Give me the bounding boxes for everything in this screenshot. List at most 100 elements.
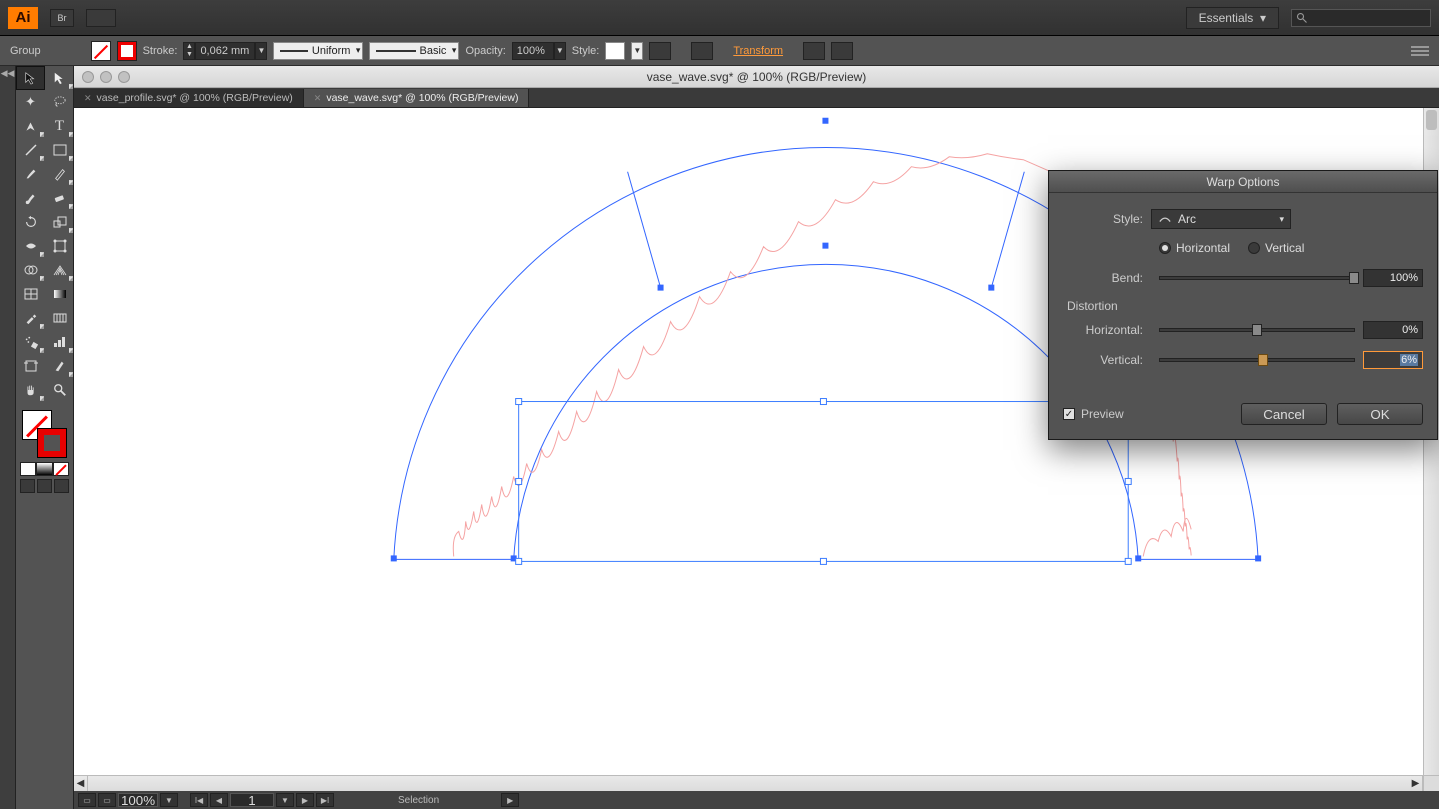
gradient-mode[interactable]: [36, 462, 52, 476]
warp-options-dialog: Warp Options Style: Arc Horizontal Verti…: [1048, 170, 1438, 440]
symbol-sprayer-tool[interactable]: [16, 330, 45, 354]
bend-slider[interactable]: [1159, 276, 1355, 280]
stroke-weight-input[interactable]: [195, 42, 255, 60]
zoom-input[interactable]: [118, 793, 158, 807]
graph-tool[interactable]: [45, 330, 74, 354]
artboard-prev[interactable]: ◀: [210, 793, 228, 807]
ok-button[interactable]: OK: [1337, 403, 1423, 425]
app-logo-icon: Ai: [8, 7, 38, 29]
status-bar: ▭ ▭ ▼ I◀ ◀ ▼ ▶ ▶I Selection ▶: [74, 791, 1439, 809]
warp-style-dropdown[interactable]: Arc: [1151, 209, 1291, 229]
draw-inside[interactable]: [54, 479, 69, 493]
type-tool[interactable]: T: [45, 114, 74, 138]
hdist-slider[interactable]: [1159, 328, 1355, 332]
stroke-indicator[interactable]: [37, 428, 67, 458]
horizontal-scrollbar[interactable]: ◀ ▶: [74, 775, 1423, 791]
zoom-menu[interactable]: ▼: [160, 793, 178, 807]
close-icon[interactable]: ✕: [314, 93, 322, 104]
transform-link[interactable]: Transform: [733, 45, 783, 57]
panel-collapse-strip[interactable]: ◀◀: [0, 66, 16, 809]
tab-label: vase_profile.svg* @ 100% (RGB/Preview): [97, 92, 293, 104]
color-mode[interactable]: [20, 462, 36, 476]
preview-checkbox[interactable]: Preview: [1063, 407, 1124, 421]
pencil-tool[interactable]: [45, 162, 74, 186]
artboard-tool[interactable]: [16, 354, 45, 378]
artboard-next[interactable]: ▶: [296, 793, 314, 807]
edit-mask-button[interactable]: [831, 42, 853, 60]
app-menubar: Ai Br Essentials ▾: [0, 0, 1439, 36]
rectangle-tool[interactable]: [45, 138, 74, 162]
search-input[interactable]: [1291, 9, 1431, 27]
eraser-tool[interactable]: [45, 186, 74, 210]
recolor-button[interactable]: [649, 42, 671, 60]
tab-vase-profile[interactable]: ✕ vase_profile.svg* @ 100% (RGB/Preview): [74, 89, 304, 107]
selection-tool[interactable]: [16, 66, 45, 90]
tab-vase-wave[interactable]: ✕vase_wave.svg* @ 100% (RGB/Preview): [304, 89, 530, 107]
hand-tool[interactable]: [16, 378, 45, 402]
vdist-slider[interactable]: [1159, 358, 1355, 362]
width-tool[interactable]: [16, 234, 45, 258]
mesh-tool[interactable]: [16, 282, 45, 306]
none-mode[interactable]: [53, 462, 69, 476]
opacity-label: Opacity:: [465, 45, 505, 57]
artboard-last[interactable]: ▶I: [316, 793, 334, 807]
window-title: vase_wave.svg* @ 100% (RGB/Preview): [647, 70, 867, 84]
perspective-grid-tool[interactable]: [45, 258, 74, 282]
control-menu-icon[interactable]: [1411, 42, 1429, 60]
fill-swatch[interactable]: [91, 41, 111, 61]
orientation-vertical[interactable]: Vertical: [1248, 241, 1304, 255]
free-transform-tool[interactable]: [45, 234, 74, 258]
graphic-style-swatch[interactable]: [605, 42, 625, 60]
align-button[interactable]: [691, 42, 713, 60]
draw-normal[interactable]: [20, 479, 35, 493]
fill-stroke-control[interactable]: [22, 410, 67, 458]
blob-brush-tool[interactable]: [16, 186, 45, 210]
rotate-tool[interactable]: [16, 210, 45, 234]
pen-tool[interactable]: [16, 114, 45, 138]
workspace-switcher[interactable]: Essentials ▾: [1186, 7, 1279, 29]
brush-dropdown[interactable]: Basic: [369, 42, 459, 60]
document-tabs: ✕vase_profile.svg* @ 100% (RGB/Preview) …: [74, 88, 1439, 108]
scale-tool[interactable]: [45, 210, 74, 234]
status-menu[interactable]: ▶: [501, 793, 519, 807]
zoom-tool[interactable]: [45, 378, 74, 402]
shape-builder-tool[interactable]: [16, 258, 45, 282]
bend-label: Bend:: [1063, 271, 1151, 285]
isolate-button[interactable]: [803, 42, 825, 60]
magic-wand-tool[interactable]: ✦: [16, 90, 45, 114]
line-tool[interactable]: [16, 138, 45, 162]
distortion-section-label: Distortion: [1067, 299, 1423, 313]
brush-label: Basic: [420, 45, 447, 57]
hdist-value[interactable]: 0%: [1363, 321, 1423, 339]
traffic-lights[interactable]: [82, 71, 130, 83]
paintbrush-tool[interactable]: [16, 162, 45, 186]
gradient-tool[interactable]: [45, 282, 74, 306]
bridge-button[interactable]: Br: [50, 9, 74, 27]
slice-tool[interactable]: [45, 354, 74, 378]
artboard-first[interactable]: I◀: [190, 793, 208, 807]
gpu-button[interactable]: ▭: [98, 793, 116, 807]
arc-icon: [1158, 213, 1172, 225]
vdist-value[interactable]: 6%: [1363, 351, 1423, 369]
view-button[interactable]: ▭: [78, 793, 96, 807]
bend-value[interactable]: 100%: [1363, 269, 1423, 287]
radio-off-icon: [1248, 242, 1260, 254]
lasso-tool[interactable]: [45, 90, 74, 114]
selection-type-label: Group: [10, 45, 41, 57]
scroll-corner: [1423, 775, 1439, 791]
draw-behind[interactable]: [37, 479, 52, 493]
blend-tool[interactable]: [45, 306, 74, 330]
direct-selection-tool[interactable]: [45, 66, 74, 90]
eyedropper-tool[interactable]: [16, 306, 45, 330]
orientation-horizontal[interactable]: Horizontal: [1159, 241, 1230, 255]
close-icon[interactable]: ✕: [84, 93, 92, 104]
stroke-swatch[interactable]: [117, 41, 137, 61]
current-tool-label: Selection: [398, 795, 439, 806]
dialog-title: Warp Options: [1049, 171, 1437, 193]
opacity-input[interactable]: [512, 42, 554, 60]
artboard-input[interactable]: [230, 793, 274, 807]
stroke-profile-dropdown[interactable]: Uniform: [273, 42, 363, 60]
artboard-menu[interactable]: ▼: [276, 793, 294, 807]
arrange-docs-button[interactable]: [86, 9, 116, 27]
cancel-button[interactable]: Cancel: [1241, 403, 1327, 425]
